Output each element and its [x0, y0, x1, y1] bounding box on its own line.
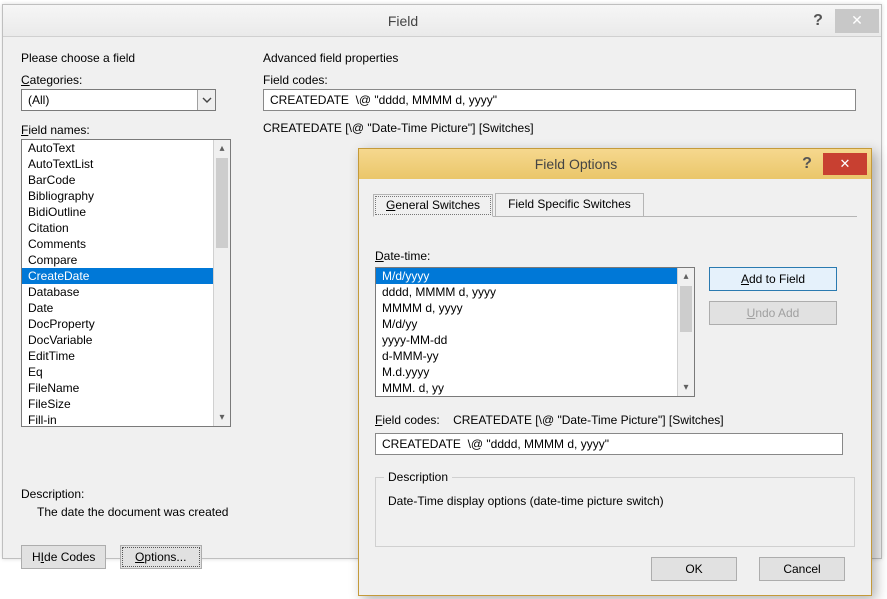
categories-label: Categories:	[21, 73, 236, 87]
categories-dropdown-button[interactable]	[197, 90, 215, 110]
field-help-button[interactable]: ?	[803, 9, 833, 33]
options-description-label: Description	[384, 470, 452, 484]
datetime-item[interactable]: d-MMM-yy	[376, 348, 677, 364]
options-description-group: Description Date-Time display options (d…	[375, 477, 855, 547]
field-close-button[interactable]: ✕	[835, 9, 879, 33]
fieldnames-item[interactable]: DocProperty	[22, 316, 213, 332]
fieldnames-item[interactable]: FileName	[22, 380, 213, 396]
fieldnames-item[interactable]: Eq	[22, 364, 213, 380]
datetime-label: Date-time:	[375, 249, 430, 263]
field-titlebar: Field ? ✕	[3, 5, 881, 37]
options-fieldcodes-row: Field codes: CREATEDATE [\@ "Date-Time P…	[375, 413, 855, 455]
undo-add-button[interactable]: Undo Add	[709, 301, 837, 325]
fieldnames-label: Field names:	[21, 123, 236, 137]
fieldcodes-input[interactable]	[263, 89, 856, 111]
options-fieldcodes-label: Field codes:	[375, 413, 440, 427]
fieldnames-listbox[interactable]: AutoTextAutoTextListBarCodeBibliographyB…	[21, 139, 231, 427]
datetime-item[interactable]: M/d/yy	[376, 316, 677, 332]
options-side-buttons: Add to Field Undo Add	[709, 267, 859, 335]
fieldnames-scrollbar[interactable]: ▴ ▾	[213, 140, 230, 426]
hide-codes-button[interactable]: HIde Codes	[21, 545, 106, 569]
fieldnames-item[interactable]: Citation	[22, 220, 213, 236]
options-title: Field Options	[359, 156, 793, 172]
fieldnames-item[interactable]: AutoText	[22, 140, 213, 156]
scroll-thumb[interactable]	[680, 286, 692, 332]
ok-button[interactable]: OK	[651, 557, 737, 581]
categories-combo[interactable]: (All)	[21, 89, 216, 111]
description-block: Description: The date the document was c…	[21, 487, 351, 519]
chevron-down-icon	[202, 95, 212, 105]
fieldnames-item[interactable]: FileSize	[22, 396, 213, 412]
fieldcodes-label: Field codes:	[263, 73, 863, 87]
field-options-dialog: Field Options ? ✕ General Switches Field…	[358, 148, 872, 596]
datetime-item[interactable]: MMMM d, yyyy	[376, 300, 677, 316]
datetime-item[interactable]: dddd, MMMM d, yyyy	[376, 284, 677, 300]
tab-field-specific-switches[interactable]: Field Specific Switches	[495, 193, 644, 216]
fieldnames-item[interactable]: DocVariable	[22, 332, 213, 348]
fieldnames-item[interactable]: EditTime	[22, 348, 213, 364]
scroll-up-icon[interactable]: ▴	[678, 268, 694, 285]
options-button[interactable]: Options...	[120, 545, 202, 569]
options-bottom-buttons: OK Cancel	[651, 557, 855, 581]
advanced-properties-panel: Advanced field properties Field codes: C…	[263, 51, 863, 135]
options-fieldcodes-syntax: CREATEDATE [\@ "Date-Time Picture"] [Swi…	[453, 413, 724, 427]
fieldnames-item[interactable]: Database	[22, 284, 213, 300]
choose-field-label: Please choose a field	[21, 51, 236, 65]
datetime-item[interactable]: M/d/yyyy	[376, 268, 677, 284]
options-tabstrip: General Switches Field Specific Switches	[373, 193, 857, 217]
datetime-item[interactable]: M.d.yyyy	[376, 364, 677, 380]
datetime-listbox[interactable]: M/d/yyyydddd, MMMM d, yyyyMMMM d, yyyyM/…	[375, 267, 695, 397]
scroll-down-icon[interactable]: ▾	[678, 379, 694, 396]
categories-selected: (All)	[22, 90, 197, 110]
description-label: Description:	[21, 487, 351, 501]
scroll-down-icon[interactable]: ▾	[214, 409, 230, 426]
choose-field-panel: Please choose a field Categories: (All) …	[21, 51, 236, 427]
scroll-up-icon[interactable]: ▴	[214, 140, 230, 157]
fieldnames-item[interactable]: Date	[22, 300, 213, 316]
add-to-field-button[interactable]: Add to Field	[709, 267, 837, 291]
fieldnames-item[interactable]: CreateDate	[22, 268, 213, 284]
fieldcodes-syntax: CREATEDATE [\@ "Date-Time Picture"] [Swi…	[263, 121, 863, 135]
options-description-text: Date-Time display options (date-time pic…	[388, 488, 842, 508]
tab-general-switches[interactable]: General Switches	[373, 194, 493, 217]
fieldnames-item[interactable]: Fill-in	[22, 412, 213, 426]
field-dialog-title: Field	[3, 13, 803, 29]
fieldnames-item[interactable]: Comments	[22, 236, 213, 252]
scroll-thumb[interactable]	[216, 158, 228, 248]
options-close-button[interactable]: ✕	[823, 153, 867, 175]
datetime-item[interactable]: MMM. d, yy	[376, 380, 677, 396]
datetime-item[interactable]: yyyy-MM-dd	[376, 332, 677, 348]
cancel-button[interactable]: Cancel	[759, 557, 845, 581]
advanced-label: Advanced field properties	[263, 51, 863, 65]
fieldnames-item[interactable]: BarCode	[22, 172, 213, 188]
fieldnames-item[interactable]: Bibliography	[22, 188, 213, 204]
options-fieldcodes-input[interactable]	[375, 433, 843, 455]
field-bottom-buttons: HIde Codes Options...	[21, 545, 212, 569]
description-text: The date the document was created	[21, 501, 351, 519]
options-help-button[interactable]: ?	[793, 153, 821, 175]
options-titlebar: Field Options ? ✕	[359, 149, 871, 179]
fieldnames-item[interactable]: AutoTextList	[22, 156, 213, 172]
fieldnames-item[interactable]: Compare	[22, 252, 213, 268]
fieldnames-item[interactable]: BidiOutline	[22, 204, 213, 220]
datetime-scrollbar[interactable]: ▴ ▾	[677, 268, 694, 396]
